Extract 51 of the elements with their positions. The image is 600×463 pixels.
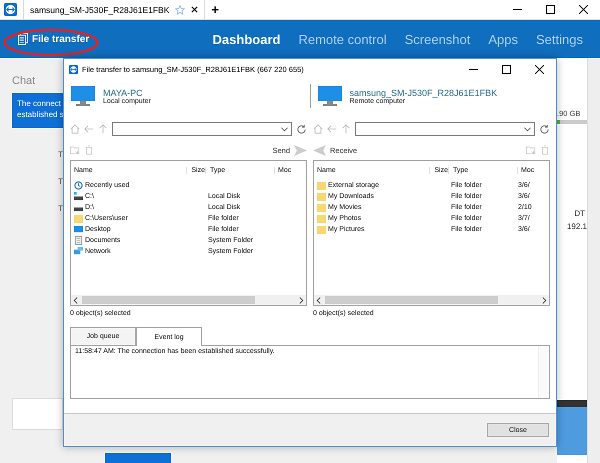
scrollbar[interactable]: [314, 295, 549, 305]
path-field[interactable]: [355, 122, 535, 136]
monitor-icon: [71, 86, 95, 106]
computer-name: samsung_SM-J530F_R28J61E1FBK: [350, 88, 498, 98]
row-text: T: [58, 150, 63, 159]
monitor-icon: [74, 225, 83, 234]
back-arrow-icon[interactable]: [327, 124, 337, 134]
network-icon: [74, 247, 83, 256]
chevron-left-icon[interactable]: [316, 296, 321, 304]
row-text: T: [58, 177, 63, 186]
chevron-right-icon[interactable]: [299, 296, 304, 304]
monitor-icon: [318, 86, 342, 106]
chat-bubble: The connect established s: [12, 93, 63, 128]
documents-icon: [18, 33, 28, 45]
chevron-down-icon[interactable]: [281, 126, 288, 132]
chevron-right-icon[interactable]: [542, 296, 547, 304]
clock-icon: [74, 181, 83, 190]
chat-title: Chat: [12, 75, 36, 87]
device-text: DT: [574, 209, 586, 218]
refresh-icon[interactable]: [539, 124, 550, 134]
back-arrow-icon[interactable]: [84, 124, 94, 134]
chevron-down-icon[interactable]: [524, 126, 531, 132]
document-icon: [74, 236, 83, 245]
close-icon[interactable]: [191, 6, 198, 13]
chat-input-field[interactable]: [12, 398, 63, 430]
close-icon[interactable]: [579, 5, 588, 14]
drive-icon: [74, 192, 83, 201]
arrow-left-icon: [313, 144, 326, 156]
scrollbar[interactable]: [587, 58, 600, 463]
ip-text: 192.1: [566, 222, 587, 231]
app-logo-icon: [69, 65, 78, 74]
home-icon[interactable]: [313, 124, 323, 134]
close-icon[interactable]: [535, 65, 544, 74]
refresh-icon[interactable]: [296, 124, 307, 134]
up-arrow-icon[interactable]: [341, 124, 351, 134]
home-icon[interactable]: [70, 124, 80, 134]
maximize-icon[interactable]: [546, 5, 555, 14]
app-logo-icon: [4, 3, 17, 16]
arrow-right-icon: [294, 144, 307, 156]
scrollbar[interactable]: [71, 295, 306, 305]
path-field[interactable]: [112, 122, 292, 136]
computer-name: MAYA-PC: [103, 88, 144, 98]
maximize-icon[interactable]: [502, 65, 511, 74]
scrollbar[interactable]: [538, 346, 549, 398]
row-text: T: [58, 204, 63, 213]
up-arrow-icon[interactable]: [98, 124, 108, 134]
star-icon[interactable]: [175, 4, 186, 14]
new-tab-button[interactable]: +: [205, 0, 225, 18]
chevron-left-icon[interactable]: [73, 296, 78, 304]
folder-icon: [74, 214, 83, 223]
nav-tab[interactable]: Dashboard: [212, 32, 280, 46]
